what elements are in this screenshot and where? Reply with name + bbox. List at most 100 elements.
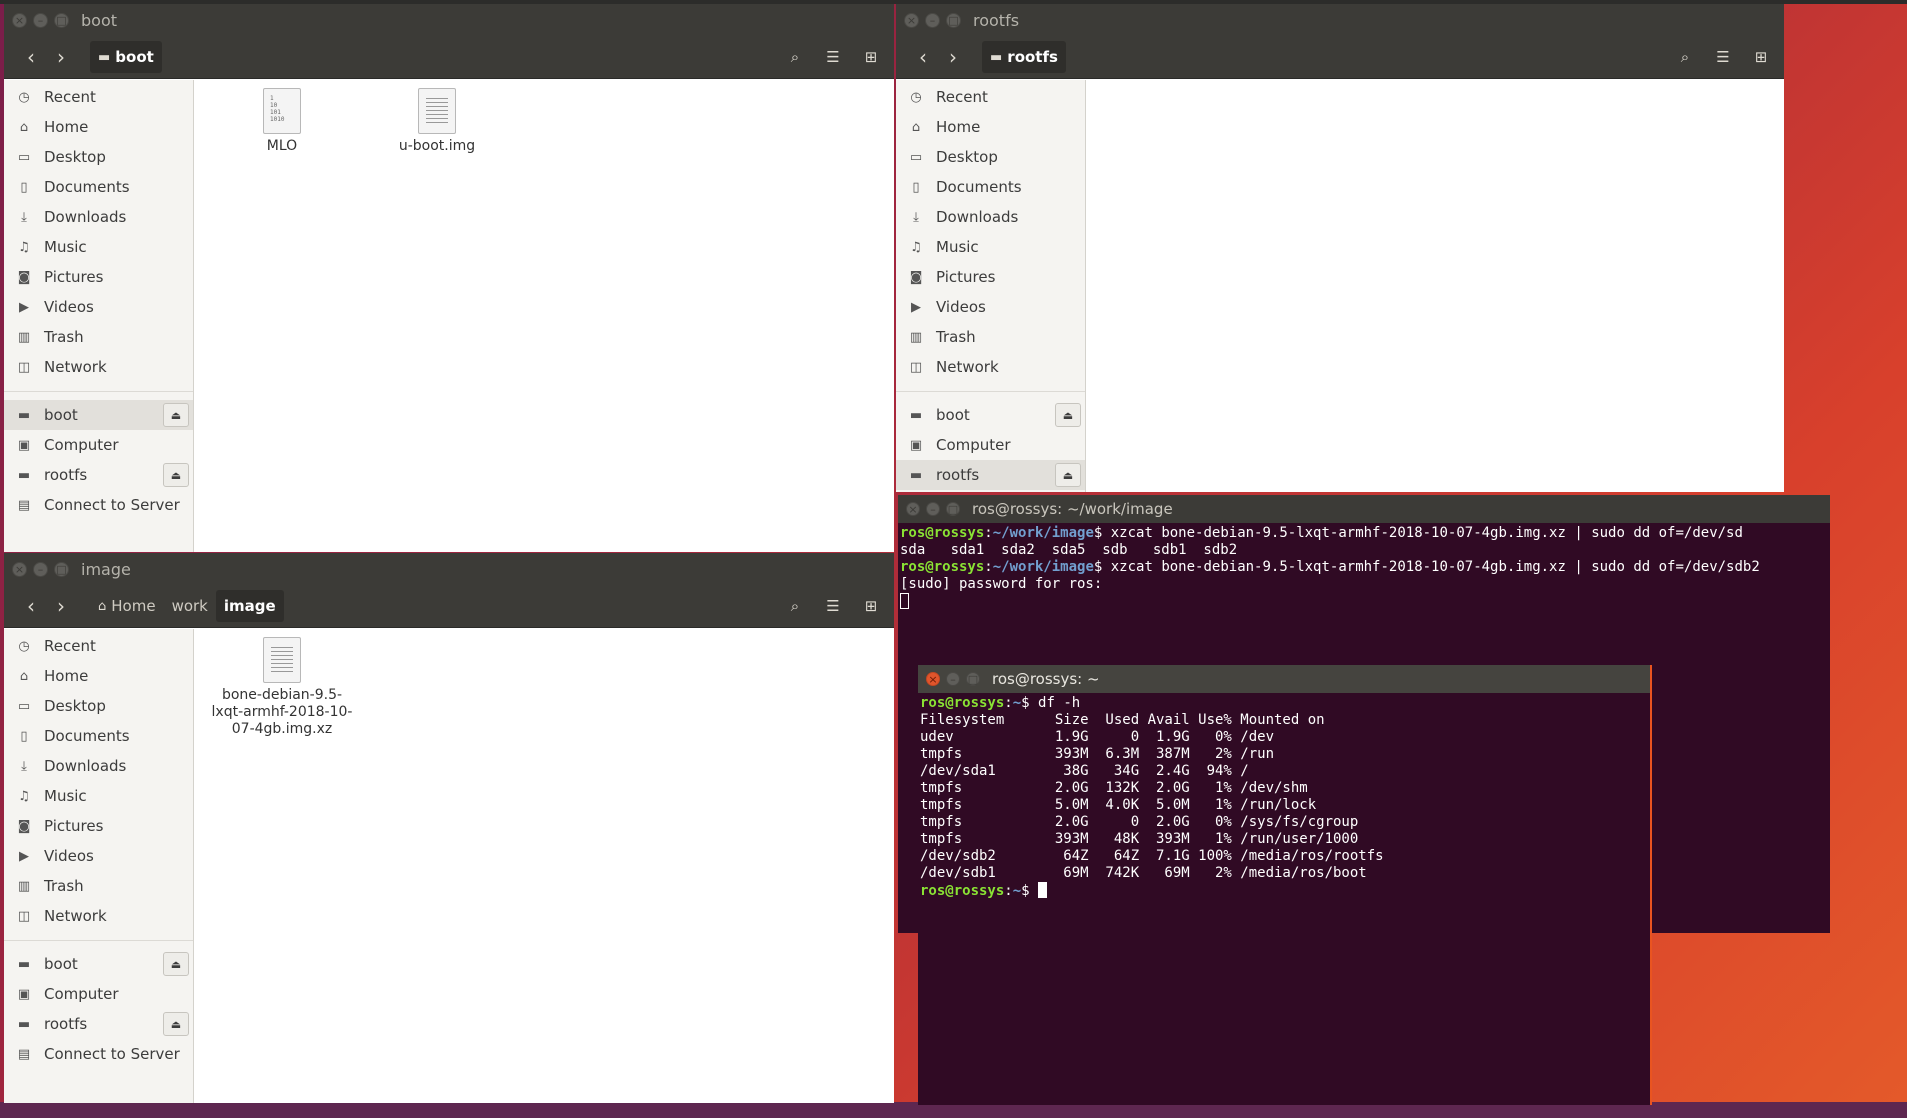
maximize-icon[interactable]: □ bbox=[946, 12, 961, 28]
eject-button[interactable]: ⏏ bbox=[163, 403, 189, 427]
file-item[interactable]: u-boot.img bbox=[362, 88, 512, 155]
sidebar-item-home[interactable]: ⌂ Home bbox=[896, 112, 1085, 142]
breadcrumb-item-boot[interactable]: ▬ boot bbox=[90, 41, 162, 73]
eject-button[interactable]: ⏏ bbox=[163, 1012, 189, 1036]
sidebar-item-trash[interactable]: ▥ Trash bbox=[4, 871, 193, 901]
file-item[interactable]: 1 10 101 1010 MLO bbox=[207, 88, 357, 155]
sidebar-item-videos[interactable]: ▶ Videos bbox=[4, 841, 193, 871]
sidebar-device-rootfs[interactable]: ▬ rootfs ⏏ bbox=[896, 460, 1085, 490]
eject-button[interactable]: ⏏ bbox=[163, 952, 189, 976]
breadcrumb-item-image[interactable]: image bbox=[215, 590, 284, 622]
sidebar-item-network[interactable]: ◫ Network bbox=[4, 352, 193, 382]
terminal-title: ros@rossys: ~ bbox=[992, 670, 1100, 688]
sidebar-item-desktop[interactable]: ▭ Desktop bbox=[4, 691, 193, 721]
sidebar-item-music[interactable]: ♫ Music bbox=[4, 232, 193, 262]
grid-view-button[interactable]: ⊞ bbox=[854, 590, 888, 622]
forward-button[interactable]: › bbox=[46, 591, 76, 621]
sidebar-device-computer[interactable]: ▣ Computer bbox=[896, 430, 1085, 460]
window-titlebar[interactable]: × – □ image bbox=[4, 553, 894, 585]
eject-button[interactable]: ⏏ bbox=[163, 463, 189, 487]
sidebar-item-music[interactable]: ♫ Music bbox=[4, 781, 193, 811]
sidebar-item-pictures[interactable]: ◙ Pictures bbox=[896, 262, 1085, 292]
search-button[interactable]: ⌕ bbox=[778, 590, 812, 622]
maximize-icon[interactable]: □ bbox=[54, 561, 69, 577]
sidebar-item-documents[interactable]: ▯ Documents bbox=[4, 172, 193, 202]
sidebar-device-rootfs[interactable]: ▬ rootfs ⏏ bbox=[4, 460, 193, 490]
forward-button[interactable]: › bbox=[46, 42, 76, 72]
sidebar-item-documents[interactable]: ▯ Documents bbox=[4, 721, 193, 751]
server-icon: ▤ bbox=[17, 1046, 31, 1062]
sidebar-item-pictures[interactable]: ◙ Pictures bbox=[4, 262, 193, 292]
back-button[interactable]: ‹ bbox=[908, 42, 938, 72]
eject-button[interactable]: ⏏ bbox=[1055, 403, 1081, 427]
forward-button[interactable]: › bbox=[938, 42, 968, 72]
sidebar-item-trash[interactable]: ▥ Trash bbox=[4, 322, 193, 352]
list-view-button[interactable]: ☰ bbox=[816, 41, 850, 73]
sidebar-item-label: boot bbox=[44, 406, 78, 424]
sidebar-item-videos[interactable]: ▶ Videos bbox=[4, 292, 193, 322]
search-button[interactable]: ⌕ bbox=[778, 41, 812, 73]
sidebar-device-connect-to-server[interactable]: ▤Connect to Server bbox=[896, 490, 1085, 492]
sidebar-item-downloads[interactable]: ⤓ Downloads bbox=[4, 202, 193, 232]
sidebar-item-videos[interactable]: ▶ Videos bbox=[896, 292, 1085, 322]
sidebar-device-connect-to-server[interactable]: ▤Connect to Server bbox=[4, 1039, 193, 1069]
sidebar-item-recent[interactable]: ◷ Recent bbox=[896, 82, 1085, 112]
sidebar-item-home[interactable]: ⌂ Home bbox=[4, 112, 193, 142]
sidebar-device-boot[interactable]: ▬ boot ⏏ bbox=[4, 949, 193, 979]
search-button[interactable]: ⌕ bbox=[1668, 41, 1702, 73]
files-view[interactable]: 1 10 101 1010 MLO u-boot.img bbox=[195, 80, 894, 552]
minimize-icon[interactable]: – bbox=[946, 672, 960, 686]
sidebar-item-documents[interactable]: ▯ Documents bbox=[896, 172, 1085, 202]
sidebar-item-downloads[interactable]: ⤓ Downloads bbox=[896, 202, 1085, 232]
breadcrumb-item-rootfs[interactable]: ▬ rootfs bbox=[982, 41, 1066, 73]
sidebar-device-connect-to-server[interactable]: ▤Connect to Server bbox=[4, 490, 193, 520]
close-icon[interactable]: × bbox=[926, 672, 940, 686]
files-view[interactable]: bone-debian-9.5-lxqt-armhf-2018-10-07-4g… bbox=[195, 629, 894, 1103]
sidebar-item-desktop[interactable]: ▭ Desktop bbox=[4, 142, 193, 172]
sidebar-device-rootfs[interactable]: ▬ rootfs ⏏ bbox=[4, 1009, 193, 1039]
grid-view-button[interactable]: ⊞ bbox=[854, 41, 888, 73]
close-icon[interactable]: × bbox=[12, 561, 27, 577]
sidebar-item-recent[interactable]: ◷ Recent bbox=[4, 631, 193, 661]
grid-view-button[interactable]: ⊞ bbox=[1744, 41, 1778, 73]
sidebar-device-computer[interactable]: ▣ Computer bbox=[4, 979, 193, 1009]
sidebar-device-computer[interactable]: ▣ Computer bbox=[4, 430, 193, 460]
list-view-button[interactable]: ☰ bbox=[816, 590, 850, 622]
close-icon[interactable]: × bbox=[12, 12, 27, 28]
breadcrumb-item-home[interactable]: ⌂ Home bbox=[90, 590, 164, 622]
sidebar-device-boot[interactable]: ▬ boot ⏏ bbox=[4, 400, 193, 430]
minimize-icon[interactable]: – bbox=[33, 12, 48, 28]
sidebar-item-music[interactable]: ♫ Music bbox=[896, 232, 1085, 262]
sidebar-item-network[interactable]: ◫ Network bbox=[4, 901, 193, 931]
sidebar-item-pictures[interactable]: ◙ Pictures bbox=[4, 811, 193, 841]
minimize-icon[interactable]: – bbox=[925, 12, 940, 28]
maximize-icon[interactable]: □ bbox=[946, 502, 960, 516]
sidebar-device-boot[interactable]: ▬ boot ⏏ bbox=[896, 400, 1085, 430]
window-titlebar[interactable]: × – □ rootfs bbox=[896, 4, 1784, 36]
eject-button[interactable]: ⏏ bbox=[1055, 463, 1081, 487]
back-button[interactable]: ‹ bbox=[16, 42, 46, 72]
breadcrumb-item-work[interactable]: work bbox=[164, 590, 216, 622]
terminal-output[interactable]: ros@rossys:~$ df -h Filesystem Size Used … bbox=[920, 695, 1648, 1105]
list-view-button[interactable]: ☰ bbox=[1706, 41, 1740, 73]
back-button[interactable]: ‹ bbox=[16, 591, 46, 621]
close-icon[interactable]: × bbox=[904, 12, 919, 28]
terminal-titlebar[interactable]: × – □ ros@rossys: ~ bbox=[918, 665, 1650, 693]
window-titlebar[interactable]: × – □ boot bbox=[4, 4, 894, 36]
sidebar-item-downloads[interactable]: ⤓ Downloads bbox=[4, 751, 193, 781]
close-icon[interactable]: × bbox=[906, 502, 920, 516]
sidebar-item-trash[interactable]: ▥ Trash bbox=[896, 322, 1085, 352]
terminal-titlebar[interactable]: × – □ ros@rossys: ~/work/image bbox=[898, 495, 1830, 523]
minimize-icon[interactable]: – bbox=[33, 561, 48, 577]
sidebar-item-recent[interactable]: ◷ Recent bbox=[4, 82, 193, 112]
maximize-icon[interactable]: □ bbox=[54, 12, 69, 28]
sidebar-item-home[interactable]: ⌂ Home bbox=[4, 661, 193, 691]
file-item[interactable]: bone-debian-9.5-lxqt-armhf-2018-10-07-4g… bbox=[207, 637, 357, 738]
sidebar-item-network[interactable]: ◫ Network bbox=[896, 352, 1085, 382]
terminal-window-home[interactable]: × – □ ros@rossys: ~ ros@rossys:~$ df -h F… bbox=[918, 665, 1652, 1105]
prompt-separator: : bbox=[1004, 883, 1013, 899]
maximize-icon[interactable]: □ bbox=[966, 672, 980, 686]
files-view[interactable] bbox=[1087, 80, 1784, 492]
sidebar-item-desktop[interactable]: ▭ Desktop bbox=[896, 142, 1085, 172]
minimize-icon[interactable]: – bbox=[926, 502, 940, 516]
